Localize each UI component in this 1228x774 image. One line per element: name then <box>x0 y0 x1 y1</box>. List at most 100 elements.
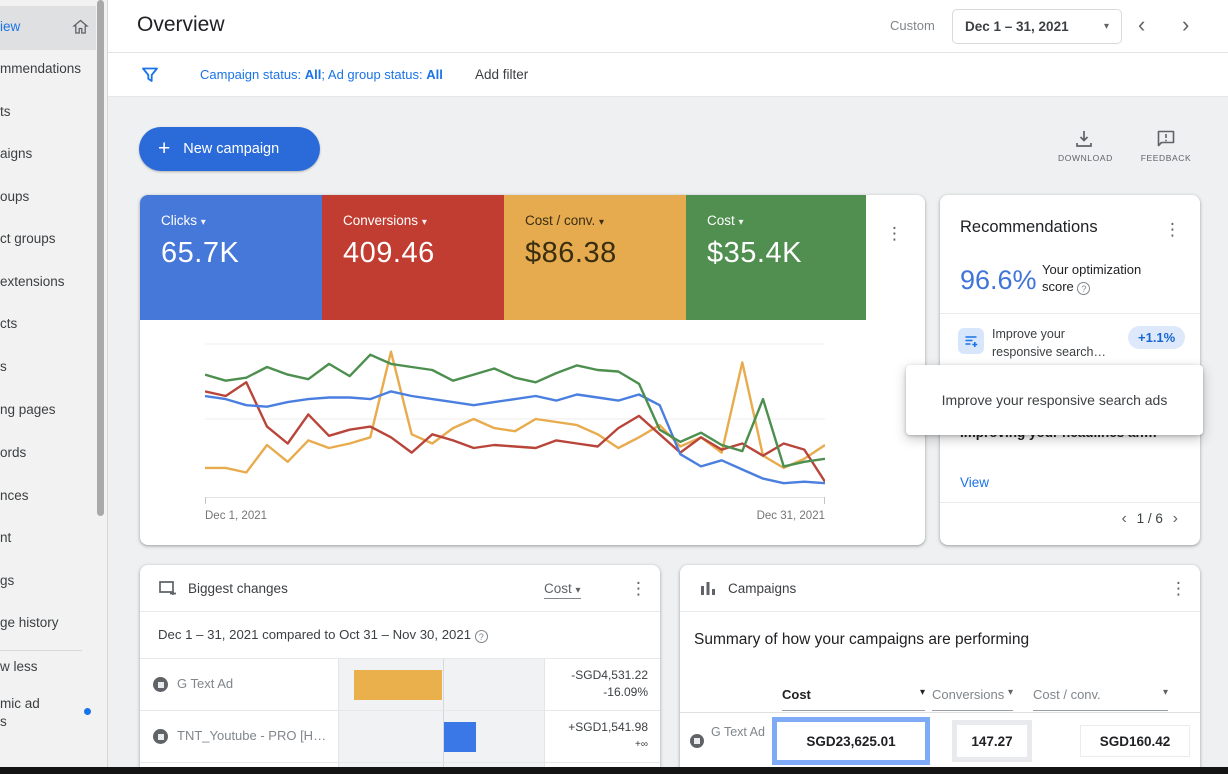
sidebar-item-product-groups[interactable]: ct groups <box>0 231 90 246</box>
column-header-cost-per-conv-label: Cost / conv. <box>1033 687 1101 702</box>
chevron-down-icon: ▾ <box>1104 21 1109 32</box>
divider <box>940 502 1200 503</box>
overview-card-menu-icon[interactable]: ⋮ <box>886 225 903 243</box>
sidebar-item-show-less[interactable]: w less <box>0 659 90 674</box>
zero-axis <box>443 659 444 710</box>
recommendation-item[interactable]: Improve your responsive search… <box>992 325 1106 361</box>
biggest-changes-metric-dropdown[interactable]: Cost ▾ <box>544 581 581 599</box>
tooltip: Improve your responsive search ads <box>906 365 1203 435</box>
pager-next-icon[interactable]: › <box>1167 510 1184 527</box>
conversions-value: 147.27 <box>957 725 1027 757</box>
sidebar-item-change-history[interactable]: ge history <box>0 615 90 630</box>
sidebar-item-audiences[interactable]: nces <box>0 488 90 503</box>
table-row[interactable]: G Text Ad SGD23,625.01 147.27 SGD160.42 <box>680 712 1200 768</box>
optimization-score-label-line2: score <box>1042 279 1074 294</box>
campaign-status-icon <box>153 677 168 692</box>
scorecard-2[interactable]: Cost / conv. ▾ $86.38 <box>504 195 686 320</box>
change-bar-track <box>338 659 545 710</box>
scorecard-conversions-value: 409.46 <box>343 237 504 270</box>
sidebar-item-keywords[interactable]: ords <box>0 445 90 460</box>
biggest-changes-table: G Text Ad -SGD4,531.22 -16.09% TNT_Youtu… <box>140 658 660 774</box>
scorecard-cost-value: $35.4K <box>707 237 866 270</box>
date-range-value: Dec 1 – 31, 2021 <box>965 19 1069 34</box>
scorecard-1[interactable]: Conversions ▾ 409.46 <box>322 195 504 320</box>
scorecard-0[interactable]: Clicks ▾ 65.7K <box>140 195 322 320</box>
sidebar-item-ad-groups[interactable]: oups <box>0 189 90 204</box>
change-bar-track <box>338 711 545 762</box>
sidebar-scrollbar[interactable] <box>97 0 104 516</box>
sidebar-item-dynamic-ad-line1[interactable]: mic ad <box>0 696 90 711</box>
download-icon <box>1074 130 1094 148</box>
help-icon[interactable]: ? <box>475 630 488 643</box>
cost-cell: SGD23,625.01 <box>772 717 930 765</box>
recommendation-item-line2: responsive search… <box>992 345 1106 359</box>
sidebar-item-insights[interactable]: ts <box>0 104 90 119</box>
home-icon[interactable] <box>72 19 89 35</box>
change-percent: +∞ <box>545 736 648 753</box>
scorecard-3[interactable]: Cost ▾ $35.4K <box>686 195 866 320</box>
date-next-button[interactable]: › <box>1182 10 1189 40</box>
active-filters[interactable]: Campaign status: All; Ad group status: A… <box>200 67 443 82</box>
tooltip-text: Improve your responsive search ads <box>942 392 1168 408</box>
change-values: +SGD1,541.98 +∞ <box>545 719 648 753</box>
campaigns-menu-icon[interactable]: ⋮ <box>1170 580 1187 598</box>
new-campaign-button[interactable]: + New campaign <box>139 127 320 171</box>
scorecard-conversions-label: Conversions <box>343 213 418 228</box>
chevron-down-icon[interactable]: ▾ <box>739 217 744 228</box>
help-icon[interactable]: ? <box>1077 282 1090 295</box>
pager-prev-icon[interactable]: ‹ <box>1116 510 1133 527</box>
campaign-name: G Text Ad <box>711 723 769 741</box>
trend-chart-svg <box>205 342 825 504</box>
campaigns-card: Campaigns ⋮ Summary of how your campaign… <box>680 565 1200 774</box>
feedback-label: FEEDBACK <box>1140 153 1192 163</box>
biggest-changes-header: Biggest changes Cost ▾ ⋮ <box>140 565 660 612</box>
column-header-cost-label: Cost <box>782 687 811 702</box>
chevron-down-icon: ▾ <box>576 585 581 596</box>
sidebar-item-settings[interactable]: gs <box>0 573 90 588</box>
chevron-down-icon: ▾ <box>1163 687 1168 698</box>
campaign-name: TNT_Youtube - PRO [H… <box>177 728 326 743</box>
feedback-button[interactable]: FEEDBACK <box>1140 130 1192 163</box>
change-percent: -16.09% <box>545 684 648 701</box>
sidebar-item-products[interactable]: cts <box>0 316 90 331</box>
column-header-cost-per-conv[interactable]: Cost / conv. ▾ <box>1033 687 1168 711</box>
sidebar-item-extensions[interactable]: extensions <box>0 274 90 289</box>
column-header-cost[interactable]: Cost ▾ <box>782 687 925 711</box>
chevron-down-icon[interactable]: ▾ <box>201 217 206 228</box>
sidebar-item-recommendations[interactable]: mmendations <box>0 61 90 76</box>
change-bar-0 <box>354 670 442 700</box>
campaigns-summary-heading: Summary of how your campaigns are perfor… <box>694 631 1029 649</box>
biggest-changes-menu-icon[interactable]: ⋮ <box>630 580 647 598</box>
cost-value: SGD23,625.01 <box>777 722 925 760</box>
recommendations-menu-icon[interactable]: ⋮ <box>1164 221 1181 239</box>
chevron-down-icon[interactable]: ▾ <box>422 217 427 228</box>
sidebar-item-campaigns[interactable]: aigns <box>0 146 90 161</box>
table-row[interactable]: TNT_Youtube - PRO [H… +SGD1,541.98 +∞ <box>140 710 660 762</box>
filter-bar: Campaign status: All; Ad group status: A… <box>108 53 1228 97</box>
view-link[interactable]: View <box>960 475 989 490</box>
sidebar-item-landing-pages[interactable]: ng pages <box>0 402 90 417</box>
biggest-changes-icon <box>158 580 178 597</box>
add-filter-button[interactable]: Add filter <box>475 67 528 82</box>
trend-chart <box>205 342 825 504</box>
change-values: -SGD4,531.22 -16.09% <box>545 667 648 701</box>
filter-campaign-status-value: All <box>305 67 322 82</box>
sidebar: iew mmendations ts aigns oups ct groups … <box>0 0 108 774</box>
table-row[interactable]: G Text Ad -SGD4,531.22 -16.09% <box>140 658 660 710</box>
sidebar-item-content[interactable]: nt <box>0 530 90 545</box>
sidebar-item-videos[interactable]: s <box>0 359 90 374</box>
x-axis-end-label: Dec 31, 2021 <box>205 510 825 522</box>
download-button[interactable]: DOWNLOAD <box>1058 130 1110 163</box>
sidebar-divider <box>0 650 82 651</box>
biggest-changes-card: Biggest changes Cost ▾ ⋮ Dec 1 – 31, 202… <box>140 565 660 774</box>
recommendations-pager: ‹ 1 / 6 › <box>940 510 1184 528</box>
chevron-down-icon[interactable]: ▾ <box>599 217 604 228</box>
new-campaign-label: New campaign <box>183 141 279 157</box>
campaigns-icon <box>700 581 716 596</box>
cost-per-conv-value: SGD160.42 <box>1080 725 1190 757</box>
sidebar-item-dynamic-ad-line2[interactable]: s <box>0 714 90 729</box>
date-prev-button[interactable]: ‹ <box>1138 10 1145 40</box>
date-range-selector[interactable]: Dec 1 – 31, 2021 ▾ <box>952 9 1122 44</box>
column-header-conversions[interactable]: Conversions ▾ <box>932 687 1013 711</box>
download-label: DOWNLOAD <box>1058 153 1110 163</box>
